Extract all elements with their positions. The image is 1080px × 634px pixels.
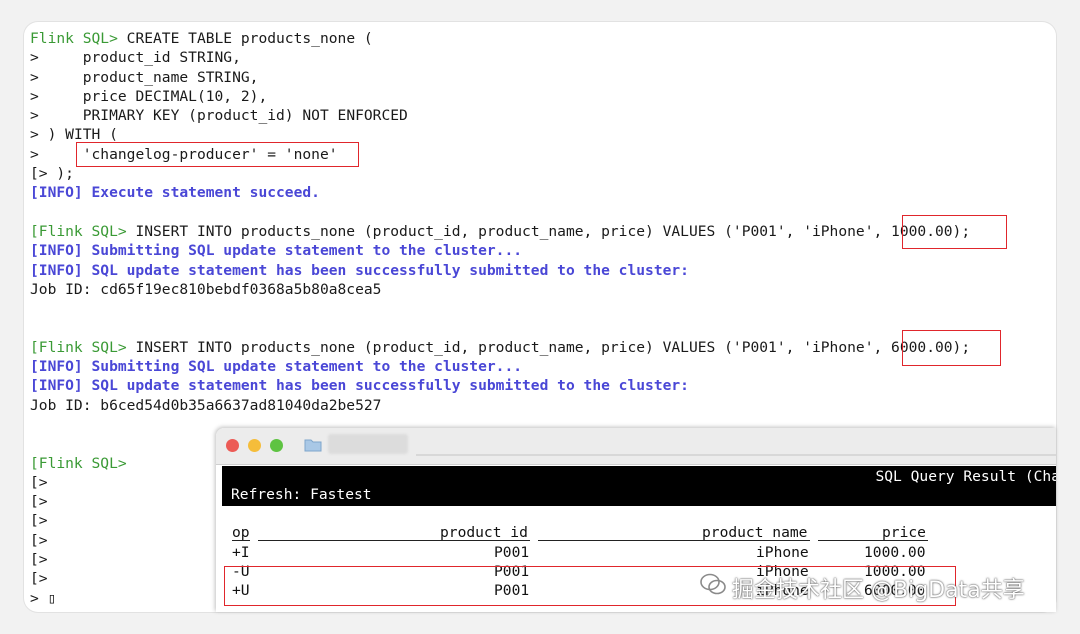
terminal-line: [> );: [30, 164, 970, 183]
terminal-line: Job ID: b6ced54d0b35a6637ad81040da2be527: [30, 396, 970, 415]
terminal-text: > ▯: [30, 589, 57, 607]
folder-icon: [304, 439, 322, 452]
minimize-window-button[interactable]: [248, 439, 261, 452]
terminal-prompt: [>: [30, 165, 57, 183]
terminal-line: [INFO] Submitting SQL update statement t…: [30, 241, 970, 260]
terminal-prompt: [Flink SQL>: [30, 222, 127, 240]
terminal-command: ) WITH (: [38, 126, 118, 144]
terminal-prompt: >: [30, 126, 39, 144]
terminal-line: > 'changelog-producer' = 'none': [30, 145, 970, 164]
terminal-prompt: [Flink SQL>: [30, 338, 127, 356]
terminal-text: [>: [30, 512, 48, 530]
terminal-command: PRIMARY KEY (product_id) NOT ENFORCED: [38, 107, 408, 125]
info-message: [INFO] SQL update statement has been suc…: [30, 261, 689, 279]
result-header: SQL Query Result (Cha Refresh: Fastest: [222, 466, 1056, 506]
terminal-line: > product_id STRING,: [30, 48, 970, 67]
terminal-command: CREATE TABLE products_none (: [117, 30, 373, 47]
terminal-prompt: >: [30, 49, 39, 67]
wechat-icon: [700, 573, 726, 595]
terminal-prompt: >: [30, 87, 39, 105]
terminal-line: > product_name STRING,: [30, 68, 970, 87]
terminal-line: Flink SQL> CREATE TABLE products_none (: [30, 29, 970, 48]
window-tab[interactable]: [328, 434, 408, 454]
terminal-line: [INFO] SQL update statement has been suc…: [30, 261, 970, 280]
terminal-prompt: Flink SQL>: [30, 30, 118, 47]
terminal-text: [>: [30, 531, 48, 549]
info-message: [INFO] Execute statement succeed.: [30, 184, 320, 202]
column-header-price: price: [882, 524, 926, 541]
terminal-line: > price DECIMAL(10, 2),: [30, 87, 970, 106]
column-header-product-name: product_name: [702, 524, 808, 541]
terminal-text: Job ID: cd65f19ec810bebdf0368a5b80a8cea5: [30, 280, 382, 298]
terminal-line: [INFO] Submitting SQL update statement t…: [30, 357, 970, 376]
window-titlebar: [216, 428, 1056, 465]
refresh-status: Refresh: Fastest: [231, 486, 372, 503]
watermark-text: 掘金技术社区 @BigData共享: [732, 578, 1025, 603]
table-header-row: op product_id product_name price: [216, 524, 1056, 543]
terminal-command: product_name STRING,: [38, 68, 259, 86]
terminal-command: INSERT INTO products_none (product_id, p…: [126, 338, 971, 356]
terminal-command: );: [56, 165, 74, 183]
terminal-line: [Flink SQL> INSERT INTO products_none (p…: [30, 338, 970, 357]
terminal-prompt: >: [30, 68, 39, 86]
terminal-prompt: >: [30, 107, 39, 125]
terminal-text: [>: [30, 570, 48, 588]
terminal-line: Job ID: cd65f19ec810bebdf0368a5b80a8cea5: [30, 280, 970, 299]
terminal-text: [>: [30, 551, 48, 569]
terminal-command: price DECIMAL(10, 2),: [38, 87, 268, 105]
terminal-line: > PRIMARY KEY (product_id) NOT ENFORCED: [30, 106, 970, 125]
terminal-line: > ) WITH (: [30, 125, 970, 144]
terminal-command: product_id STRING,: [38, 49, 241, 67]
terminal-text: Job ID: b6ced54d0b35a6637ad81040da2be527: [30, 396, 382, 414]
terminal-command: 'changelog-producer' = 'none': [38, 145, 338, 163]
close-window-button[interactable]: [226, 439, 239, 452]
terminal-line: [INFO] Execute statement succeed.: [30, 183, 970, 202]
info-message: [INFO] SQL update statement has been suc…: [30, 377, 689, 395]
info-message: [INFO] Submitting SQL update statement t…: [30, 242, 523, 260]
terminal-command: INSERT INTO products_none (product_id, p…: [126, 222, 971, 240]
terminal-line: [INFO] SQL update statement has been suc…: [30, 376, 970, 395]
terminal-text: [>: [30, 473, 48, 491]
terminal-line: [Flink SQL> INSERT INTO products_none (p…: [30, 222, 970, 241]
column-header-product-id: product_id: [440, 524, 528, 541]
info-message: [INFO] Submitting SQL update statement t…: [30, 358, 523, 376]
table-row: +I P001 iPhone 1000.00: [232, 544, 926, 561]
terminal-text: [>: [30, 493, 48, 511]
maximize-window-button[interactable]: [270, 439, 283, 452]
terminal-prompt: >: [30, 145, 39, 163]
terminal-prompt: [Flink SQL>: [30, 454, 127, 472]
result-title: SQL Query Result (Cha: [875, 468, 1056, 485]
column-header-op: op: [232, 524, 250, 541]
